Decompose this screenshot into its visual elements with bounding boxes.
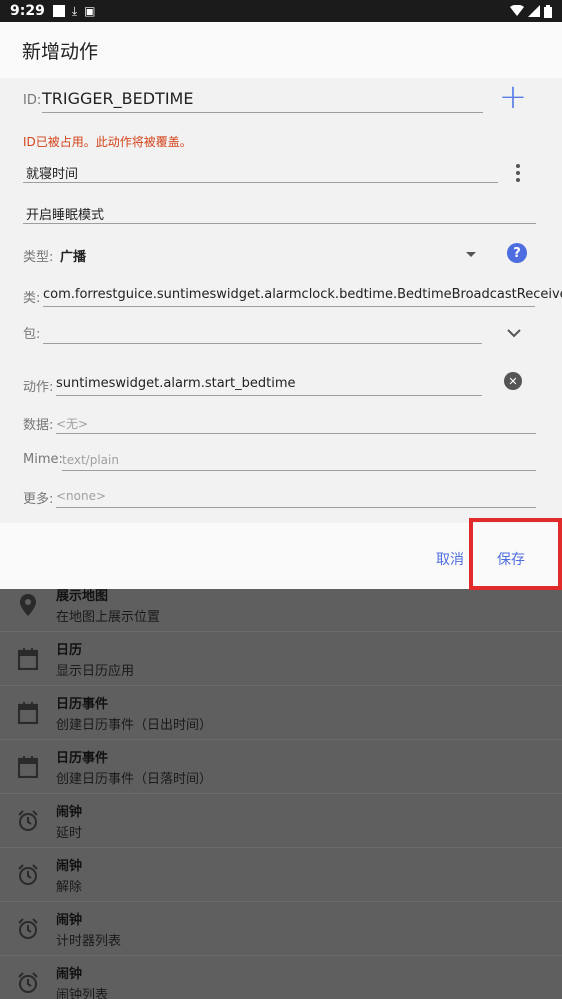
list-item-subtitle: 延时 <box>56 825 83 841</box>
extras-label: 更多: <box>23 492 54 507</box>
alarm-icon <box>0 809 56 832</box>
list-item-title: 闹钟 <box>56 966 83 982</box>
list-item[interactable]: 日历事件 创建日历事件（日出时间） <box>0 686 562 740</box>
class-field-underline <box>43 306 535 307</box>
list-item-title: 闹钟 <box>56 912 83 928</box>
list-item-title: 日历事件 <box>56 750 109 766</box>
status-right-icons <box>510 4 552 18</box>
action-field-underline <box>56 395 482 396</box>
action-label: 动作: <box>23 380 54 395</box>
alarm-icon <box>0 917 56 940</box>
id-field[interactable]: TRIGGER_BEDTIME <box>42 89 193 108</box>
list-item[interactable]: 闹钟 解除 <box>0 848 562 902</box>
battery-icon <box>544 4 552 18</box>
type-select[interactable]: 广播 <box>60 246 86 265</box>
list-item-subtitle: 创建日历事件（日落时间） <box>56 771 213 787</box>
list-item[interactable]: 日历 显示日历应用 <box>0 632 562 686</box>
list-item-title: 日历 <box>56 642 83 658</box>
class-field[interactable]: com.forrestguice.suntimeswidget.alarmclo… <box>43 287 562 302</box>
data-field-underline <box>56 433 536 434</box>
list-item-subtitle: 闹钟列表 <box>56 987 109 999</box>
status-time: 9:29 <box>10 3 45 19</box>
list-item[interactable]: 日历事件 创建日历事件（日落时间） <box>0 740 562 794</box>
mime-field-underline <box>62 470 536 471</box>
signal-icon <box>528 5 540 17</box>
package-label: 包: <box>23 327 41 342</box>
dialog-body: ID: TRIGGER_BEDTIME + ID已被占用。此动作将被覆盖。 就寝… <box>0 78 562 523</box>
square-icon <box>52 5 65 17</box>
calendar-icon <box>0 701 56 724</box>
help-icon[interactable]: ? <box>507 243 527 263</box>
list-item[interactable]: 闹钟 闹钟列表 <box>0 956 562 999</box>
alarm-icon <box>0 971 56 994</box>
data-label: 数据: <box>23 418 54 433</box>
app-icon: ▣ <box>84 4 96 18</box>
list-item-title: 闹钟 <box>56 858 83 874</box>
wifi-icon <box>510 5 524 16</box>
list-item-subtitle: 显示日历应用 <box>56 663 135 679</box>
chevron-down-icon[interactable] <box>507 326 521 340</box>
list-item-subtitle: 创建日历事件（日出时间） <box>56 717 213 733</box>
list-item-title: 日历事件 <box>56 696 109 712</box>
name-field[interactable]: 就寝时间 <box>26 163 78 182</box>
status-bar: 9:29 ⤓ ▣ <box>0 0 562 22</box>
dialog-title: 新增动作 <box>22 40 99 63</box>
dialog-header: 新增动作 <box>0 22 562 78</box>
mime-label: Mime: <box>23 452 63 467</box>
clear-icon[interactable]: ✕ <box>504 372 522 390</box>
package-field-underline <box>43 343 482 344</box>
list-item-subtitle: 计时器列表 <box>56 933 122 949</box>
id-label: ID: <box>23 93 42 108</box>
add-button[interactable]: + <box>496 80 530 116</box>
background-action-list: 展示地图 在地图上展示位置 日历 显示日历应用 日历事件 创建日历事件（日出时间… <box>0 578 562 999</box>
more-options-icon[interactable] <box>508 161 528 185</box>
list-item-title: 闹钟 <box>56 804 83 820</box>
list-item-subtitle: 解除 <box>56 879 83 895</box>
dropdown-arrow-icon[interactable] <box>466 252 476 257</box>
save-highlight-box <box>469 518 562 590</box>
id-error-message: ID已被占用。此动作将被覆盖。 <box>23 135 192 149</box>
description-field-underline <box>23 223 536 224</box>
name-field-underline <box>23 182 498 183</box>
alarm-icon <box>0 863 56 886</box>
list-item[interactable]: 闹钟 延时 <box>0 794 562 848</box>
extras-field[interactable]: <none> <box>56 489 106 503</box>
map-pin-icon <box>0 593 56 616</box>
list-item[interactable]: 闹钟 计时器列表 <box>0 902 562 956</box>
list-item-subtitle: 在地图上展示位置 <box>56 609 161 625</box>
calendar-icon <box>0 647 56 670</box>
data-field[interactable]: <无> <box>56 415 88 432</box>
class-label: 类: <box>23 291 41 306</box>
download-icon: ⤓ <box>71 3 78 18</box>
type-label: 类型: <box>23 250 54 265</box>
extras-field-underline <box>56 507 536 508</box>
cancel-button[interactable]: 取消 <box>436 549 464 569</box>
id-field-underline <box>42 112 483 113</box>
description-field[interactable]: 开启睡眠模式 <box>26 204 104 223</box>
action-field[interactable]: suntimeswidget.alarm.start_bedtime <box>56 376 295 391</box>
mime-field[interactable]: text/plain <box>62 453 119 467</box>
add-action-dialog: 新增动作 ID: TRIGGER_BEDTIME + ID已被占用。此动作将被覆… <box>0 22 562 589</box>
calendar-icon <box>0 755 56 778</box>
